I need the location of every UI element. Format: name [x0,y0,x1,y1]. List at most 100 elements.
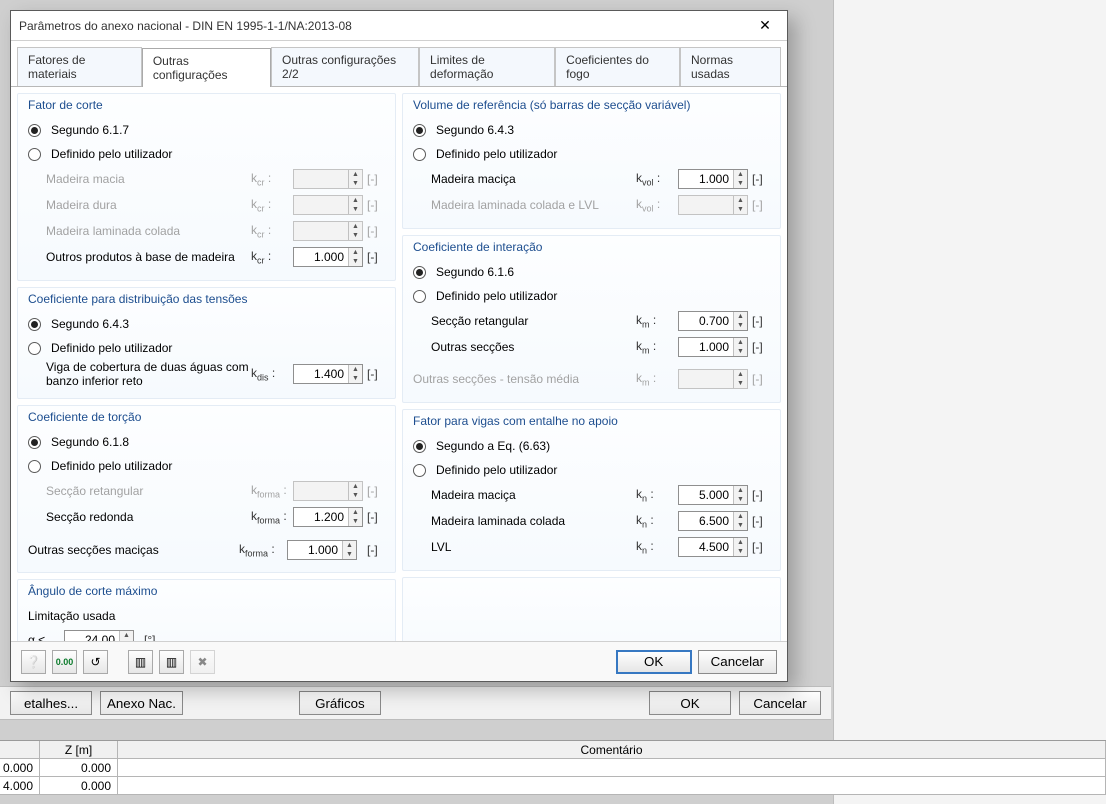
table-cell[interactable]: 0.000 [40,759,118,777]
row-label: Viga de cobertura de duas águas com banz… [46,360,251,388]
tab-standards-used[interactable]: Normas usadas [680,47,781,86]
graphics-button[interactable]: Gráficos [299,691,381,715]
spin-down-icon[interactable]: ▼ [734,321,747,330]
km-other-input[interactable]: ▲▼ [678,337,748,357]
kcr-softwood-input[interactable]: ▲▼ [293,169,363,189]
spin-up-icon[interactable]: ▲ [349,365,362,374]
row-label: Madeira maciça [431,172,636,186]
table-row[interactable]: 4.000 0.000 [0,777,1106,795]
radio-label: Definido pelo utilizador [51,459,172,473]
report-plus-icon[interactable]: ▥ [159,650,184,674]
spin-up-icon[interactable]: ▲ [734,196,747,205]
coordinates-table: Z [m] Comentário 0.000 0.000 4.000 0.000 [0,740,1106,795]
spin-up-icon[interactable]: ▲ [349,170,362,179]
cancel-button[interactable]: Cancelar [698,650,777,674]
radio-stressdist-according[interactable] [28,318,41,331]
spin-up-icon[interactable]: ▲ [734,486,747,495]
km-rect-input[interactable]: ▲▼ [678,311,748,331]
kn-solid-input[interactable]: ▲▼ [678,485,748,505]
calc-settings-icon[interactable]: 0.00 [52,650,77,674]
kn-lvl-input[interactable]: ▲▼ [678,537,748,557]
spin-up-icon[interactable]: ▲ [734,338,747,347]
spin-down-icon[interactable]: ▼ [734,347,747,356]
kdis-input[interactable]: ▲▼ [293,364,363,384]
radio-stressdist-userdef[interactable] [28,342,41,355]
table-header-z: Z [m] [40,741,118,759]
unit: [-] [367,367,385,381]
spin-up-icon[interactable]: ▲ [349,248,362,257]
spin-up-icon[interactable]: ▲ [349,196,362,205]
table-cell[interactable]: 0.000 [40,777,118,795]
spin-up-icon[interactable]: ▲ [120,631,133,640]
radio-shear-userdef[interactable] [28,148,41,161]
symbol: kforma : [251,483,293,499]
spin-up-icon[interactable]: ▲ [349,508,362,517]
spin-down-icon[interactable]: ▼ [734,495,747,504]
spin-up-icon[interactable]: ▲ [734,512,747,521]
kforma-rect-input[interactable]: ▲▼ [293,481,363,501]
tab-other-settings-2[interactable]: Outras configurações 2/2 [271,47,419,86]
background-ok-button[interactable]: OK [649,691,731,715]
spin-down-icon[interactable]: ▼ [349,374,362,383]
spin-down-icon: ▼ [734,379,747,388]
spin-up-icon[interactable]: ▲ [734,538,747,547]
limit-label: Limitação usada [28,609,115,623]
spin-down-icon[interactable]: ▼ [734,547,747,556]
row-label: Secção redonda [46,510,251,524]
kvol-solid-input[interactable]: ▲▼ [678,169,748,189]
spin-down-icon[interactable]: ▼ [349,179,362,188]
details-button[interactable]: etalhes... [10,691,92,715]
spin-up-icon[interactable]: ▲ [343,541,356,550]
ok-button[interactable]: OK [616,650,692,674]
tab-material-factors[interactable]: Fatores de materiais [17,47,142,86]
radio-notch-userdef[interactable] [413,464,426,477]
spin-down-icon[interactable]: ▼ [349,231,362,240]
close-icon[interactable]: ✕ [751,16,779,36]
tab-other-settings[interactable]: Outras configurações [142,48,271,87]
table-header: Z [m] Comentário [0,741,1106,759]
unit: [-] [367,198,385,212]
table-row[interactable]: 0.000 0.000 [0,759,1106,777]
kvol-glulam-input[interactable]: ▲▼ [678,195,748,215]
spin-down-icon[interactable]: ▼ [349,517,362,526]
kcr-other-input[interactable]: ▲▼ [293,247,363,267]
spin-down-icon[interactable]: ▼ [734,205,747,214]
spin-up-icon[interactable]: ▲ [349,482,362,491]
annex-button[interactable]: Anexo Nac. [100,691,183,715]
row-label: Madeira maciça [431,488,636,502]
symbol: kn : [636,539,678,555]
tab-fire-coefficients[interactable]: Coeficientes do fogo [555,47,680,86]
kcr-hardwood-input[interactable]: ▲▼ [293,195,363,215]
kn-glulam-input[interactable]: ▲▼ [678,511,748,531]
help-icon[interactable]: ❔ [21,650,46,674]
kforma-other-input[interactable]: ▲▼ [287,540,357,560]
table-cell[interactable]: 0.000 [0,759,40,777]
spin-down-icon[interactable]: ▼ [349,257,362,266]
table-cell[interactable] [118,759,1106,777]
radio-label: Definido pelo utilizador [51,341,172,355]
radio-notch-according[interactable] [413,440,426,453]
spin-down-icon[interactable]: ▼ [343,550,356,559]
table-cell[interactable]: 4.000 [0,777,40,795]
spin-down-icon[interactable]: ▼ [349,491,362,500]
spin-down-icon[interactable]: ▼ [734,179,747,188]
report-icon[interactable]: ▥ [128,650,153,674]
reset-icon[interactable]: ↺ [83,650,108,674]
radio-shear-according[interactable] [28,124,41,137]
table-cell[interactable] [118,777,1106,795]
radio-interaction-userdef[interactable] [413,290,426,303]
kcr-glulam-input[interactable]: ▲▼ [293,221,363,241]
kforma-round-input[interactable]: ▲▼ [293,507,363,527]
radio-interaction-according[interactable] [413,266,426,279]
background-cancel-button[interactable]: Cancelar [739,691,821,715]
spin-down-icon[interactable]: ▼ [349,205,362,214]
radio-torsion-userdef[interactable] [28,460,41,473]
spin-up-icon[interactable]: ▲ [734,170,747,179]
tab-deformation-limits[interactable]: Limites de deformação [419,47,555,86]
spin-up-icon[interactable]: ▲ [349,222,362,231]
spin-down-icon[interactable]: ▼ [734,521,747,530]
radio-torsion-according[interactable] [28,436,41,449]
radio-refvol-userdef[interactable] [413,148,426,161]
spin-up-icon[interactable]: ▲ [734,312,747,321]
radio-refvol-according[interactable] [413,124,426,137]
